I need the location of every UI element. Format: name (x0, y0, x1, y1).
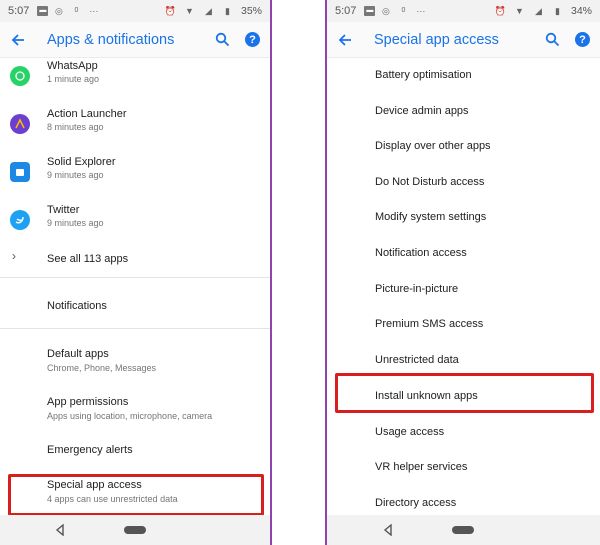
nav-home-pill[interactable] (452, 526, 474, 534)
apps-list: WhatsApp 1 minute ago Action Launcher 8 … (0, 58, 270, 515)
nav-back-icon[interactable] (55, 523, 65, 537)
battery-percent: 34% (570, 5, 592, 17)
navigation-bar (327, 515, 600, 545)
more-notifications-icon: ··· (89, 6, 99, 16)
help-icon[interactable]: ? (575, 32, 590, 47)
settings-item-emergency-alerts[interactable]: Emergency alerts (47, 444, 260, 456)
status-bar: 5:07 ▬ ◎ 0 ··· ⏰ ▼ ◢ ▮ 34% (327, 0, 600, 22)
battery-icon: ▮ (555, 6, 560, 16)
recent-app-solid-explorer[interactable]: Solid Explorer 9 minutes ago (0, 154, 270, 202)
settings-item-subtitle: Chrome, Phone, Messages (47, 363, 157, 373)
signal-icon: ◢ (535, 6, 542, 16)
access-item-modify-system-settings[interactable]: Modify system settings (375, 211, 486, 223)
see-all-apps-row[interactable]: › See all 113 apps (0, 248, 270, 272)
chevron-right-icon: › (12, 249, 16, 263)
app-last-used: 1 minute ago (47, 74, 100, 84)
page-title: Apps & notifications (47, 31, 175, 48)
access-item-usage-access[interactable]: Usage access (375, 426, 444, 438)
back-arrow-icon[interactable] (336, 31, 354, 49)
battery-icon: ▮ (225, 6, 230, 16)
back-arrow-icon[interactable] (9, 31, 27, 49)
access-item-directory-access[interactable]: Directory access (375, 497, 456, 509)
settings-item-title: App permissions (47, 396, 129, 408)
navigation-bar (0, 515, 270, 545)
app-bar: Apps & notifications ? (0, 22, 270, 58)
message-icon: ▬ (37, 6, 49, 16)
highlight-install-unknown-apps (335, 373, 594, 413)
settings-item-notifications[interactable]: Notifications (47, 300, 260, 312)
settings-item-title: Notifications (47, 300, 107, 312)
wifi-icon: ▼ (185, 6, 194, 16)
access-item-do-not-disturb-access[interactable]: Do Not Disturb access (375, 176, 484, 188)
whatsapp-icon (10, 66, 30, 86)
app-last-used: 9 minutes ago (47, 218, 104, 228)
access-item-picture-in-picture[interactable]: Picture-in-picture (375, 283, 458, 295)
special-access-list: Battery optimisation Device admin apps D… (327, 58, 600, 515)
alarm-icon: ⏰ (164, 6, 177, 16)
message-icon: ▬ (364, 6, 376, 16)
settings-item-title: Emergency alerts (47, 444, 133, 456)
settings-item-subtitle: Apps using location, microphone, camera (47, 411, 213, 421)
access-item-display-over-other-apps[interactable]: Display over other apps (375, 140, 491, 152)
app-name: Twitter (47, 204, 80, 216)
recent-app-twitter[interactable]: Twitter 9 minutes ago (0, 202, 270, 250)
access-item-device-admin-apps[interactable]: Device admin apps (375, 105, 469, 117)
app-last-used: 8 minutes ago (47, 122, 104, 132)
nav-back-icon[interactable] (383, 523, 393, 537)
right-phone-screen: 5:07 ▬ ◎ 0 ··· ⏰ ▼ ◢ ▮ 34% Special app a… (325, 0, 600, 545)
app-name: WhatsApp (47, 60, 98, 72)
left-phone-screen: 5:07 ▬ ◎ 0 ··· ⏰ ▼ ◢ ▮ 35% Apps & notifi… (0, 0, 272, 545)
recent-app-whatsapp[interactable]: WhatsApp 1 minute ago (0, 58, 270, 106)
more-notifications-icon: ··· (416, 6, 426, 16)
search-icon[interactable] (215, 32, 231, 48)
highlight-special-app-access (8, 474, 264, 516)
search-icon[interactable] (545, 32, 561, 48)
status-time: 5:07 (335, 5, 357, 17)
help-icon[interactable]: ? (245, 32, 260, 47)
alarm-icon: ⏰ (494, 6, 507, 16)
whatsapp-notif-icon: ◎ (381, 6, 390, 16)
access-item-battery-optimisation[interactable]: Battery optimisation (375, 69, 472, 81)
app-name: Solid Explorer (47, 156, 116, 168)
settings-item-title: Default apps (47, 348, 109, 360)
status-bar: 5:07 ▬ ◎ 0 ··· ⏰ ▼ ◢ ▮ 35% (0, 0, 270, 22)
divider (0, 277, 270, 278)
signal-icon: ◢ (205, 6, 212, 16)
nav-home-pill[interactable] (124, 526, 146, 534)
page-title: Special app access (374, 31, 499, 48)
wifi-icon: ▼ (515, 6, 524, 16)
settings-item-default-apps[interactable]: Default apps Chrome, Phone, Messages (47, 348, 260, 373)
access-item-notification-access[interactable]: Notification access (375, 247, 467, 259)
solid-explorer-icon (10, 162, 30, 182)
recent-app-action-launcher[interactable]: Action Launcher 8 minutes ago (0, 106, 270, 154)
whatsapp-notif-icon: ◎ (54, 6, 63, 16)
divider (0, 328, 270, 329)
app-bar: Special app access ? (327, 22, 600, 58)
app-name: Action Launcher (47, 108, 127, 120)
status-time: 5:07 (8, 5, 30, 17)
see-all-apps-label: See all 113 apps (47, 253, 129, 265)
action-launcher-icon (10, 114, 30, 134)
app-last-used: 9 minutes ago (47, 170, 104, 180)
kb-speed-icon: 0 (401, 7, 406, 14)
kb-speed-icon: 0 (74, 7, 79, 14)
access-item-unrestricted-data[interactable]: Unrestricted data (375, 354, 459, 366)
settings-item-app-permissions[interactable]: App permissions Apps using location, mic… (47, 396, 260, 421)
access-item-premium-sms-access[interactable]: Premium SMS access (375, 318, 483, 330)
battery-percent: 35% (240, 5, 262, 17)
access-item-vr-helper-services[interactable]: VR helper services (375, 461, 467, 473)
twitter-icon (10, 210, 30, 230)
